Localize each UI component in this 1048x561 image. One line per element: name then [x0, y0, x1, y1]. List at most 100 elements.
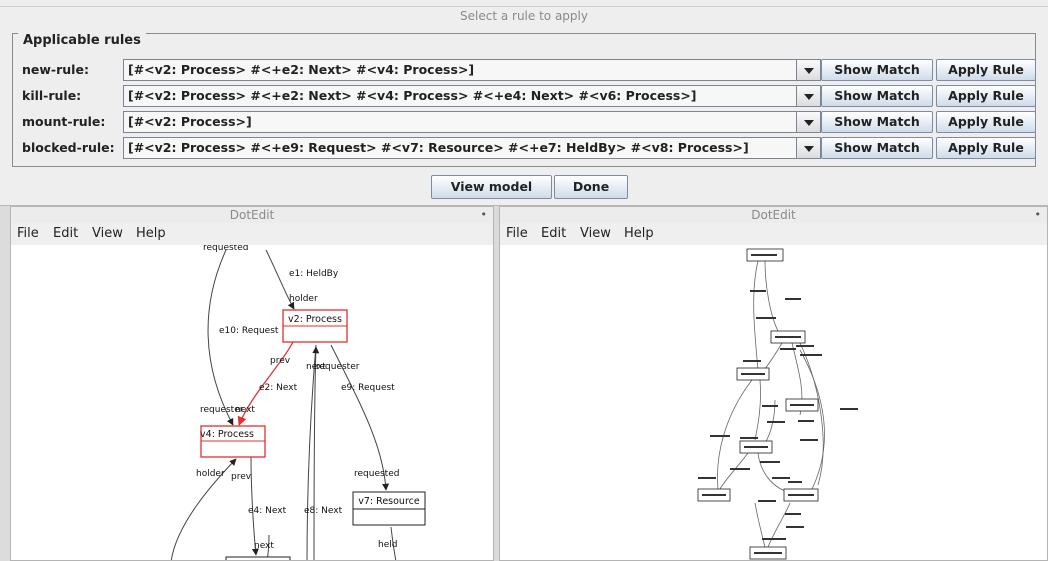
- graph-node[interactable]: v7: Resource: [352, 491, 426, 526]
- node-label: v2: Process: [288, 314, 342, 325]
- window-title: DotEdit •: [11, 207, 493, 223]
- rule-match-select[interactable]: [#<v2: Process> #<+e9: Request> #<v7: Re…: [123, 137, 797, 159]
- chevron-down-icon[interactable]: [797, 137, 821, 159]
- label-mark: [730, 468, 750, 470]
- rule-match-select[interactable]: [#<v2: Process> #<+e2: Next> #<v4: Proce…: [123, 85, 797, 107]
- rule-name: kill-rule:: [22, 88, 82, 103]
- graph-edge: [717, 379, 753, 490]
- graph-node[interactable]: v4: Process: [200, 425, 266, 458]
- chevron-down-icon[interactable]: [797, 85, 821, 107]
- edge-label: e1: HeldBy: [289, 269, 339, 279]
- rule-name: new-rule:: [22, 62, 89, 77]
- dotedit-window-left: DotEdit • File Edit View Help v2: Proces…: [10, 206, 494, 561]
- edge-label: requested: [354, 469, 399, 479]
- node-label: v4: Process: [200, 429, 254, 440]
- rule-name: blocked-rule:: [22, 140, 115, 155]
- graph-canvas-overview[interactable]: [500, 245, 1047, 560]
- label-mark: [698, 477, 716, 479]
- edge-label: prev: [270, 356, 291, 366]
- label-mark: [710, 435, 730, 437]
- label-mark: [751, 254, 777, 256]
- applicable-rules-heading: Applicable rules: [18, 32, 146, 50]
- rule-row-new: new-rule: [#<v2: Process> #<+e2: Next> #…: [22, 59, 1038, 81]
- rule-row-kill: kill-rule: [#<v2: Process> #<+e2: Next> …: [22, 85, 1038, 107]
- label-mark: [767, 421, 785, 423]
- label-mark: [756, 317, 776, 319]
- label-mark: [786, 526, 804, 528]
- graph-node[interactable]: v2: Process: [282, 309, 348, 343]
- label-mark: [798, 420, 814, 422]
- label-mark: [762, 538, 786, 540]
- menu-edit[interactable]: Edit: [541, 226, 566, 241]
- edge-label: e2: Next: [259, 383, 298, 393]
- label-mark: [740, 437, 758, 439]
- menu-help[interactable]: Help: [136, 226, 166, 241]
- label-mark: [758, 500, 776, 502]
- show-match-button[interactable]: Show Match: [821, 111, 933, 133]
- label-mark: [762, 405, 778, 407]
- menu-file[interactable]: File: [17, 226, 39, 241]
- menu-view[interactable]: View: [92, 226, 123, 241]
- apply-rule-button[interactable]: Apply Rule: [936, 85, 1036, 107]
- window-menu-icon[interactable]: •: [1035, 207, 1042, 223]
- graph-edge: [312, 346, 320, 560]
- edge-label: prev: [231, 472, 252, 482]
- dialog-title: Select a rule to apply: [0, 6, 1048, 25]
- graph-view: v2: Process v4: Process v7: Resource req…: [170, 243, 426, 561]
- node-label: v7: Resource: [358, 496, 420, 507]
- apply-rule-button[interactable]: Apply Rule: [936, 137, 1036, 159]
- rule-match-select[interactable]: [#<v2: Process>]: [123, 111, 797, 133]
- graph-edge: [754, 502, 766, 548]
- show-match-button[interactable]: Show Match: [821, 85, 933, 107]
- rule-dialog: Select a rule to apply Applicable rules …: [0, 0, 1048, 206]
- graph-edge: [207, 249, 234, 426]
- graph-node-partial[interactable]: [225, 556, 291, 561]
- menu-edit[interactable]: Edit: [53, 226, 78, 241]
- apply-rule-button[interactable]: Apply Rule: [936, 111, 1036, 133]
- graph-edge: [799, 342, 824, 486]
- edge-label: holder: [196, 469, 225, 479]
- done-button[interactable]: Done: [554, 175, 628, 199]
- label-mark: [796, 345, 814, 347]
- show-match-button[interactable]: Show Match: [821, 137, 933, 159]
- label-mark: [760, 461, 780, 463]
- label-mark: [754, 552, 782, 554]
- edge-label: next: [254, 541, 274, 551]
- menu-bar: File Edit View Help: [500, 223, 1047, 245]
- rule-row-mount: mount-rule: [#<v2: Process>] Show Match …: [22, 111, 1038, 133]
- label-mark: [788, 494, 814, 496]
- window-menu-icon[interactable]: •: [481, 207, 488, 223]
- label-mark: [785, 298, 801, 300]
- rule-match-select[interactable]: [#<v2: Process> #<+e2: Next> #<v4: Proce…: [123, 59, 797, 81]
- graph-edge: [753, 260, 759, 371]
- edge-label: e4: Next: [248, 506, 287, 516]
- dotedit-window-right: DotEdit • File Edit View Help: [499, 206, 1048, 561]
- graph-edge: [757, 452, 786, 492]
- label-mark: [780, 348, 796, 350]
- graph-overview: [697, 248, 858, 560]
- menu-file[interactable]: File: [506, 226, 528, 241]
- edge-label: e10: Request: [219, 326, 279, 336]
- graph-canvas[interactable]: v2: Process v4: Process v7: Resource req…: [11, 243, 493, 561]
- edge-label: e8: Next: [304, 506, 343, 516]
- apply-rule-button[interactable]: Apply Rule: [936, 59, 1036, 81]
- chevron-down-icon[interactable]: [797, 59, 821, 81]
- menu-view[interactable]: View: [580, 226, 611, 241]
- view-model-button[interactable]: View model: [431, 175, 552, 199]
- edge-label: holder: [289, 294, 318, 304]
- edge-label: requester: [316, 362, 360, 372]
- label-mark: [741, 373, 765, 375]
- show-match-button[interactable]: Show Match: [821, 59, 933, 81]
- menu-help[interactable]: Help: [624, 226, 654, 241]
- graph-edge: [719, 452, 749, 490]
- label-mark: [785, 513, 801, 515]
- rule-row-blocked: blocked-rule: [#<v2: Process> #<+e9: Req…: [22, 137, 1038, 159]
- chevron-down-icon[interactable]: [797, 111, 821, 133]
- edge-label: held: [378, 540, 397, 550]
- label-mark: [743, 360, 761, 362]
- graph-edge: [754, 379, 761, 441]
- label-mark: [750, 290, 766, 292]
- menu-bar: File Edit View Help: [11, 223, 493, 245]
- graph-edge: [767, 502, 791, 548]
- label-mark: [800, 439, 818, 441]
